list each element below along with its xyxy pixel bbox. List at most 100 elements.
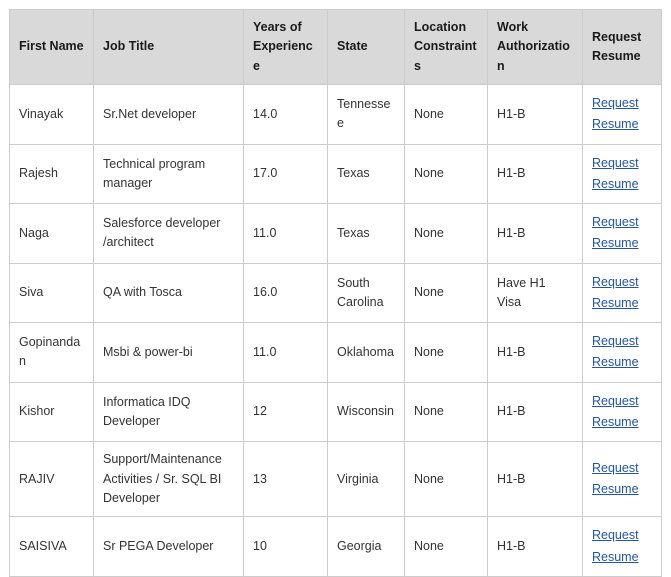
request-resume-link-line-2: Resume <box>592 295 639 310</box>
cell-first-name: RAJIV <box>9 441 94 518</box>
cell-location-constraints: None <box>404 381 488 443</box>
cell-state: Oklahoma <box>327 322 405 383</box>
table-header: First Name Job Title Years of Experience… <box>9 8 662 86</box>
cell-location-constraints: None <box>404 143 488 205</box>
column-header-state: State <box>327 8 405 86</box>
request-resume-link-line-2: Resume <box>592 236 639 251</box>
column-header-request-resume: Request Resume <box>582 8 662 86</box>
request-resume-link-line-1: Request <box>592 393 639 408</box>
request-resume-link-line-2: Resume <box>592 549 639 564</box>
request-resume-link-line-2: Resume <box>592 117 639 132</box>
request-resume-link[interactable]: Request Resume <box>592 93 639 136</box>
table-row: Vinayak Sr.Net developer 14.0 Tennessee None… <box>9 84 662 145</box>
table-row: SAISIVA Sr PEGA Developer 10 Georgia None H1-… <box>9 516 662 577</box>
cell-request-resume: Request Resume <box>582 441 662 518</box>
request-resume-link-line-2: Resume <box>592 482 639 497</box>
cell-years-of-experience: 17.0 <box>243 143 328 205</box>
cell-job-title: Sr PEGA Developer <box>93 516 244 577</box>
column-header-first-name: First Name <box>9 8 94 86</box>
request-resume-link-line-1: Request <box>592 215 639 230</box>
column-header-job-title: Job Title <box>93 8 244 86</box>
cell-job-title: Salesforce developer /architect <box>93 203 244 264</box>
table-row: RAJIV Support/Maintenance Activities / Sr… <box>9 441 662 518</box>
cell-work-authorization: H1-B <box>487 516 583 577</box>
cell-years-of-experience: 16.0 <box>243 262 328 324</box>
cell-location-constraints: None <box>404 84 488 145</box>
cell-first-name: SAISIVA <box>9 516 94 577</box>
request-resume-link-line-1: Request <box>592 96 639 111</box>
cell-request-resume: Request Resume <box>582 84 662 145</box>
cell-work-authorization: H1-B <box>487 143 583 205</box>
request-resume-link-line-1: Request <box>592 155 639 170</box>
candidates-table-container: First Name Job Title Years of Experience… <box>9 8 662 577</box>
request-resume-link-line-1: Request <box>592 460 639 475</box>
request-resume-link[interactable]: Request Resume <box>592 331 639 374</box>
cell-job-title: Informatica IDQ Developer <box>93 381 244 443</box>
cell-state: Tennessee <box>327 84 405 145</box>
request-resume-link-line-2: Resume <box>592 355 639 370</box>
request-resume-link-line-1: Request <box>592 528 639 543</box>
cell-first-name: Siva <box>9 262 94 324</box>
cell-request-resume: Request Resume <box>582 203 662 264</box>
cell-work-authorization: H1-B <box>487 381 583 443</box>
candidates-table: First Name Job Title Years of Experience… <box>9 8 662 577</box>
cell-state: Virginia <box>327 441 405 518</box>
cell-job-title: Msbi & power-bi <box>93 322 244 383</box>
request-resume-link[interactable]: Request Resume <box>592 272 639 315</box>
cell-first-name: Gopinandan <box>9 322 94 383</box>
cell-request-resume: Request Resume <box>582 381 662 443</box>
cell-years-of-experience: 14.0 <box>243 84 328 145</box>
cell-request-resume: Request Resume <box>582 516 662 577</box>
cell-job-title: Sr.Net developer <box>93 84 244 145</box>
column-header-location-constraints: Location Constraints <box>404 8 488 86</box>
cell-request-resume: Request Resume <box>582 262 662 324</box>
cell-first-name: Naga <box>9 203 94 264</box>
cell-first-name: Rajesh <box>9 143 94 205</box>
cell-years-of-experience: 13 <box>243 441 328 518</box>
cell-location-constraints: None <box>404 516 488 577</box>
cell-location-constraints: None <box>404 262 488 324</box>
request-resume-link[interactable]: Request Resume <box>592 391 639 434</box>
table-row: Naga Salesforce developer /architect 11.0 T… <box>9 203 662 264</box>
cell-job-title: Technical program manager <box>93 143 244 205</box>
cell-first-name: Kishor <box>9 381 94 443</box>
request-resume-link[interactable]: Request Resume <box>592 458 639 501</box>
table-row: Kishor Informatica IDQ Developer 12 Wiscons… <box>9 381 662 443</box>
request-resume-link[interactable]: Request Resume <box>592 525 639 568</box>
cell-work-authorization: H1-B <box>487 441 583 518</box>
column-header-work-authorization: Work Authorization <box>487 8 583 86</box>
cell-state: Georgia <box>327 516 405 577</box>
request-resume-link-line-2: Resume <box>592 414 639 429</box>
table-row: Siva QA with Tosca 16.0 South Carolina None H… <box>9 262 662 324</box>
cell-years-of-experience: 11.0 <box>243 322 328 383</box>
cell-first-name: Vinayak <box>9 84 94 145</box>
table-body: Vinayak Sr.Net developer 14.0 Tennessee None… <box>9 84 662 577</box>
cell-location-constraints: None <box>404 203 488 264</box>
table-header-row: First Name Job Title Years of Experience… <box>9 8 662 86</box>
cell-work-authorization: H1-B <box>487 322 583 383</box>
table-row: Rajesh Technical program manager 17.0 Texas… <box>9 143 662 205</box>
column-header-years-of-experience: Years of Experience <box>243 8 328 86</box>
cell-state: Wisconsin <box>327 381 405 443</box>
cell-work-authorization: Have H1 Visa <box>487 262 583 324</box>
cell-state: Texas <box>327 203 405 264</box>
cell-request-resume: Request Resume <box>582 143 662 205</box>
cell-years-of-experience: 11.0 <box>243 203 328 264</box>
cell-work-authorization: H1-B <box>487 84 583 145</box>
cell-work-authorization: H1-B <box>487 203 583 264</box>
request-resume-link-line-1: Request <box>592 274 639 289</box>
cell-request-resume: Request Resume <box>582 322 662 383</box>
request-resume-link-line-2: Resume <box>592 176 639 191</box>
request-resume-link-line-1: Request <box>592 334 639 349</box>
cell-years-of-experience: 12 <box>243 381 328 443</box>
cell-years-of-experience: 10 <box>243 516 328 577</box>
cell-state: South Carolina <box>327 262 405 324</box>
cell-job-title: QA with Tosca <box>93 262 244 324</box>
table-row: Gopinandan Msbi & power-bi 11.0 Oklahoma Non… <box>9 322 662 383</box>
request-resume-link[interactable]: Request Resume <box>592 212 639 255</box>
cell-job-title: Support/Maintenance Activities / Sr. SQL… <box>93 441 244 518</box>
request-resume-link[interactable]: Request Resume <box>592 153 639 196</box>
cell-location-constraints: None <box>404 322 488 383</box>
cell-state: Texas <box>327 143 405 205</box>
cell-location-constraints: None <box>404 441 488 518</box>
